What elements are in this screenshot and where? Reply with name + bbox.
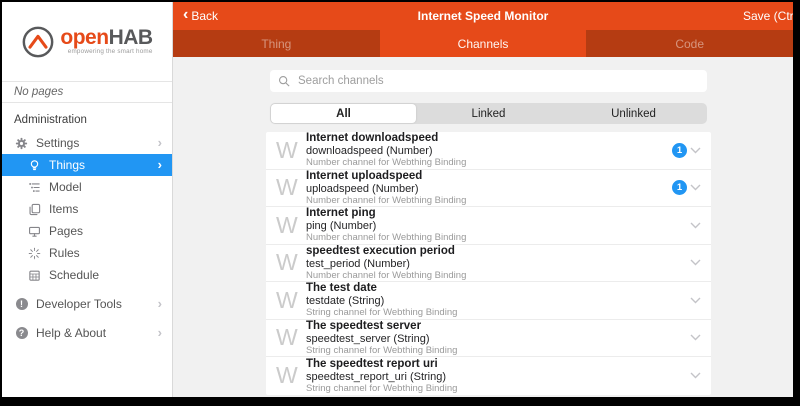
channel-id-type: speedtest_server (String) [306, 333, 690, 345]
rules-sparkle-icon [27, 246, 42, 260]
help-icon: ? [14, 326, 29, 340]
linked-count-badge: 1 [672, 180, 687, 195]
channel-row[interactable]: W Internet uploadspeed uploadspeed (Numb… [266, 170, 711, 208]
channel-title: The test date [306, 282, 690, 295]
chevron-left-icon: ‹ [183, 7, 188, 23]
channel-avatar: W [276, 176, 306, 199]
search-icon [278, 75, 290, 87]
logo-wordmark: openHAB [60, 27, 152, 48]
channel-row[interactable]: W The test date testdate (String) String… [266, 282, 711, 320]
filter-segmented-control: AllLinkedUnlinked [270, 103, 707, 124]
chevron-right-icon: › [158, 158, 162, 171]
sidebar-nav: Settings › Things › Model Items Pages Ru… [2, 132, 172, 344]
channel-list: W Internet downloadspeed downloadspeed (… [266, 132, 711, 395]
channel-avatar: W [276, 214, 306, 237]
chevron-down-icon [690, 222, 701, 229]
channel-id-type: downloadspeed (Number) [306, 145, 672, 157]
channel-title: speedtest execution period [306, 245, 690, 258]
channel-id-type: uploadspeed (Number) [306, 183, 672, 195]
chevron-down-icon [690, 372, 701, 379]
tab-channels[interactable]: Channels [380, 30, 587, 57]
back-label: Back [191, 9, 218, 23]
chevron-right-icon: › [158, 136, 162, 149]
sidebar-item-developer-tools[interactable]: ! Developer Tools › [2, 293, 172, 315]
channel-id-type: testdate (String) [306, 295, 690, 307]
channel-title: The speedtest report uri [306, 358, 690, 371]
developer-tools-icon: ! [14, 297, 29, 311]
channel-description: String channel for Webthing Binding [306, 345, 690, 356]
no-pages-label: No pages [2, 82, 172, 103]
logo-tagline: empowering the smart home [60, 49, 152, 55]
filter-all[interactable]: All [271, 104, 416, 123]
model-tree-icon [27, 180, 42, 194]
sidebar-item-items[interactable]: Items [2, 198, 172, 220]
channel-description: Number channel for Webthing Binding [306, 195, 672, 206]
channel-avatar: W [276, 139, 306, 162]
filter-unlinked[interactable]: Unlinked [561, 104, 706, 123]
channel-row[interactable]: W speedtest execution period test_period… [266, 245, 711, 283]
openhab-logo: openHAB empowering the smart home [2, 2, 172, 82]
main-panel: ‹ Back Internet Speed Monitor Save (Ctrl… [173, 2, 793, 397]
chevron-right-icon: › [158, 297, 162, 310]
sidebar-item-help-about[interactable]: ? Help & About › [2, 322, 172, 344]
chevron-down-icon [690, 297, 701, 304]
lightbulb-icon [27, 158, 42, 172]
items-copy-icon [27, 202, 42, 216]
channel-row[interactable]: W Internet downloadspeed downloadspeed (… [266, 132, 711, 170]
chevron-down-icon [690, 147, 701, 154]
page-title: Internet Speed Monitor [173, 9, 793, 23]
channel-title: Internet ping [306, 207, 690, 220]
gear-icon [14, 136, 29, 150]
channel-row[interactable]: W The speedtest server speedtest_server … [266, 320, 711, 358]
search-input[interactable] [296, 74, 699, 88]
chevron-right-icon: › [158, 326, 162, 339]
channel-description: Number channel for Webthing Binding [306, 232, 690, 243]
channel-id-type: test_period (Number) [306, 258, 690, 270]
administration-section-label: Administration [2, 103, 172, 132]
channel-row[interactable]: W The speedtest report uri speedtest_rep… [266, 357, 711, 395]
search-bar [270, 70, 707, 92]
sidebar-item-pages[interactable]: Pages [2, 220, 172, 242]
sidebar-item-settings[interactable]: Settings › [2, 132, 172, 154]
chevron-down-icon [690, 334, 701, 341]
channel-id-type: speedtest_report_uri (String) [306, 371, 690, 383]
channel-title: Internet downloadspeed [306, 132, 672, 145]
sidebar-item-model[interactable]: Model [2, 176, 172, 198]
channel-description: String channel for Webthing Binding [306, 307, 690, 318]
sidebar-item-rules[interactable]: Rules [2, 242, 172, 264]
channel-id-type: ping (Number) [306, 220, 690, 232]
schedule-calendar-icon [27, 268, 42, 282]
content-area: AllLinkedUnlinked W Internet downloadspe… [173, 57, 793, 397]
channel-avatar: W [276, 364, 306, 387]
navbar: ‹ Back Internet Speed Monitor Save (Ctrl… [173, 2, 793, 30]
chevron-down-icon [690, 259, 701, 266]
app-window: openHAB empowering the smart home No pag… [2, 2, 793, 397]
sidebar: openHAB empowering the smart home No pag… [2, 2, 173, 397]
tab-code[interactable]: Code [586, 30, 793, 57]
tab-thing[interactable]: Thing [173, 30, 380, 57]
channel-avatar: W [276, 289, 306, 312]
filter-linked[interactable]: Linked [416, 104, 561, 123]
tab-bar: ThingChannelsCode [173, 30, 793, 57]
channel-description: Number channel for Webthing Binding [306, 157, 672, 168]
chevron-down-icon [690, 184, 701, 191]
openhab-logo-icon [21, 25, 55, 59]
pages-monitor-icon [27, 224, 42, 238]
channel-title: Internet uploadspeed [306, 170, 672, 183]
channel-title: The speedtest server [306, 320, 690, 333]
channel-row[interactable]: W Internet ping ping (Number) Number cha… [266, 207, 711, 245]
channel-description: String channel for Webthing Binding [306, 383, 690, 394]
save-button[interactable]: Save (Ctrl-S) [743, 9, 793, 23]
back-button[interactable]: ‹ Back [183, 9, 218, 23]
channel-avatar: W [276, 251, 306, 274]
channel-description: Number channel for Webthing Binding [306, 270, 690, 281]
linked-count-badge: 1 [672, 143, 687, 158]
sidebar-item-things[interactable]: Things › [2, 154, 172, 176]
channel-avatar: W [276, 326, 306, 349]
sidebar-item-schedule[interactable]: Schedule [2, 264, 172, 286]
